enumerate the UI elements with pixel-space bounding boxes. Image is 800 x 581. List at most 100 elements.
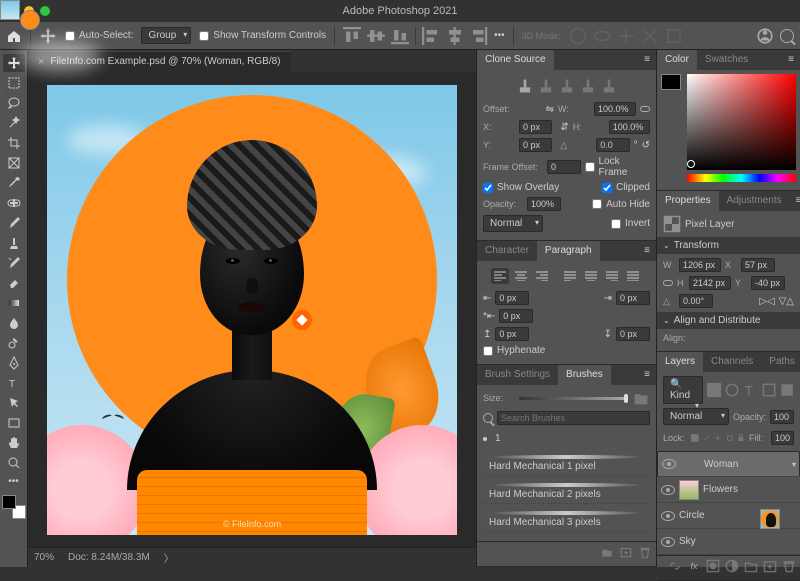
- frame-tool[interactable]: [3, 154, 25, 172]
- align-vcenter-icon[interactable]: [367, 27, 385, 45]
- justify-right-icon[interactable]: [603, 268, 621, 284]
- eraser-tool[interactable]: [3, 274, 25, 292]
- visibility-toggle-icon[interactable]: [662, 459, 676, 469]
- align-right-text-icon[interactable]: [533, 268, 551, 284]
- panel-menu-icon[interactable]: ≡: [790, 191, 800, 211]
- magic-wand-tool[interactable]: [3, 114, 25, 132]
- align-center-text-icon[interactable]: [512, 268, 530, 284]
- indent-right-field[interactable]: 0 px: [616, 291, 650, 305]
- hand-tool[interactable]: [3, 434, 25, 452]
- search-icon[interactable]: [780, 29, 794, 43]
- space-after-field[interactable]: 0 px: [616, 327, 650, 341]
- layer-name[interactable]: Woman: [704, 459, 738, 470]
- align-more-icon[interactable]: •••: [494, 30, 505, 41]
- reset-transform-icon[interactable]: ↺: [642, 140, 650, 151]
- layer-thumbnail[interactable]: [760, 509, 780, 529]
- frame-offset-field[interactable]: 0: [547, 160, 581, 174]
- link-layers-icon[interactable]: [668, 559, 682, 573]
- flip-h-icon[interactable]: ⇋: [546, 104, 554, 115]
- visibility-toggle-icon[interactable]: [661, 537, 675, 547]
- panel-menu-icon[interactable]: ≡: [638, 241, 656, 261]
- justify-all-icon[interactable]: [624, 268, 642, 284]
- brush-preset-item[interactable]: Hard Mechanical 1 pixel: [483, 452, 650, 476]
- flip-v-icon[interactable]: ⇵: [560, 122, 568, 133]
- clone-stamp-tool[interactable]: [3, 234, 25, 252]
- invert-checkbox[interactable]: Invert: [611, 218, 650, 229]
- lock-position-icon[interactable]: [714, 429, 722, 447]
- color-picker[interactable]: [661, 74, 796, 182]
- layer-name[interactable]: Sky: [679, 536, 696, 547]
- panel-menu-icon[interactable]: ≡: [638, 365, 656, 385]
- align-left-icon[interactable]: [422, 27, 440, 45]
- show-transform-checkbox[interactable]: Show Transform Controls: [199, 30, 326, 41]
- channels-tab[interactable]: Channels: [703, 352, 761, 372]
- lock-transparency-icon[interactable]: [691, 429, 699, 447]
- brush-settings-tab[interactable]: Brush Settings: [477, 365, 558, 385]
- layer-filter-dropdown[interactable]: 🔍Kind: [663, 376, 703, 404]
- character-tab[interactable]: Character: [477, 241, 537, 261]
- visibility-toggle-icon[interactable]: [661, 485, 675, 495]
- brush-size-slider[interactable]: [519, 397, 628, 400]
- brush-folder-icon[interactable]: [632, 389, 650, 407]
- lock-frame-checkbox[interactable]: Lock Frame: [585, 156, 651, 178]
- new-brush-icon[interactable]: [619, 545, 633, 559]
- transform-section[interactable]: ⌄Transform: [657, 237, 800, 254]
- overlay-opacity-field[interactable]: 100%: [527, 197, 561, 211]
- prop-y-field[interactable]: -40 px: [751, 276, 785, 290]
- layer-name[interactable]: Circle: [679, 510, 705, 521]
- overlay-blend-dropdown[interactable]: Normal: [483, 215, 543, 232]
- prop-x-field[interactable]: 57 px: [741, 258, 775, 272]
- lock-pixels-icon[interactable]: [703, 429, 711, 447]
- clone-source-tab[interactable]: Clone Source: [477, 50, 554, 70]
- justify-center-icon[interactable]: [582, 268, 600, 284]
- blend-mode-dropdown[interactable]: Normal: [663, 408, 729, 425]
- align-right-icon[interactable]: [470, 27, 488, 45]
- panel-menu-icon[interactable]: ≡: [638, 50, 656, 70]
- history-brush-tool[interactable]: [3, 254, 25, 272]
- eyedropper-tool[interactable]: [3, 174, 25, 192]
- indent-left-field[interactable]: 0 px: [495, 291, 529, 305]
- crop-tool[interactable]: [3, 134, 25, 152]
- align-section[interactable]: ⌄Align and Distribute: [657, 312, 800, 329]
- filter-pixel-icon[interactable]: [707, 381, 721, 399]
- clone-y-field[interactable]: 0 px: [519, 138, 552, 152]
- filter-smart-icon[interactable]: [780, 381, 794, 399]
- layer-fx-icon[interactable]: fx: [687, 559, 701, 573]
- color-swatch-tool[interactable]: [2, 495, 26, 519]
- sync-brush-icon[interactable]: [600, 545, 614, 559]
- align-bottom-icon[interactable]: [391, 27, 409, 45]
- visibility-toggle-icon[interactable]: [661, 511, 675, 521]
- clone-source-5-icon[interactable]: [600, 77, 618, 95]
- zoom-tool[interactable]: [3, 454, 25, 472]
- marquee-tool[interactable]: [3, 74, 25, 92]
- flip-h-icon[interactable]: ▷◁: [759, 296, 774, 307]
- prop-height-field[interactable]: 2142 px: [689, 276, 731, 290]
- clone-source-1-icon[interactable]: [516, 77, 534, 95]
- brush-search-input[interactable]: [497, 411, 650, 425]
- new-group-icon[interactable]: [744, 559, 758, 573]
- filter-adjust-icon[interactable]: [725, 381, 739, 399]
- hue-slider[interactable]: [687, 174, 796, 182]
- paragraph-tab[interactable]: Paragraph: [537, 241, 600, 261]
- swatches-tab[interactable]: Swatches: [697, 50, 756, 70]
- healing-brush-tool[interactable]: [3, 194, 25, 212]
- layer-thumbnail[interactable]: [679, 480, 699, 500]
- align-hcenter-icon[interactable]: [446, 27, 464, 45]
- clipped-checkbox[interactable]: Clipped: [602, 182, 650, 193]
- home-icon[interactable]: [6, 28, 22, 44]
- canvas[interactable]: © FileInfo.com: [28, 72, 476, 547]
- first-line-field[interactable]: 0 px: [499, 309, 533, 323]
- delete-brush-icon[interactable]: [638, 545, 652, 559]
- panel-menu-icon[interactable]: ≡: [782, 50, 800, 70]
- hyphenate-checkbox[interactable]: Hyphenate: [483, 345, 650, 356]
- layers-tab[interactable]: Layers: [657, 352, 703, 372]
- clone-source-4-icon[interactable]: [579, 77, 597, 95]
- maximize-window-icon[interactable]: [40, 6, 50, 16]
- doc-info[interactable]: Doc: 8.24M/38.3M: [68, 552, 150, 563]
- color-field[interactable]: [687, 74, 796, 170]
- clone-height-field[interactable]: 100.0%: [609, 120, 650, 134]
- filter-type-icon[interactable]: T: [743, 381, 757, 399]
- link-icon[interactable]: [640, 106, 650, 112]
- lock-artboard-icon[interactable]: [726, 429, 734, 447]
- link-wh-icon[interactable]: [663, 280, 673, 286]
